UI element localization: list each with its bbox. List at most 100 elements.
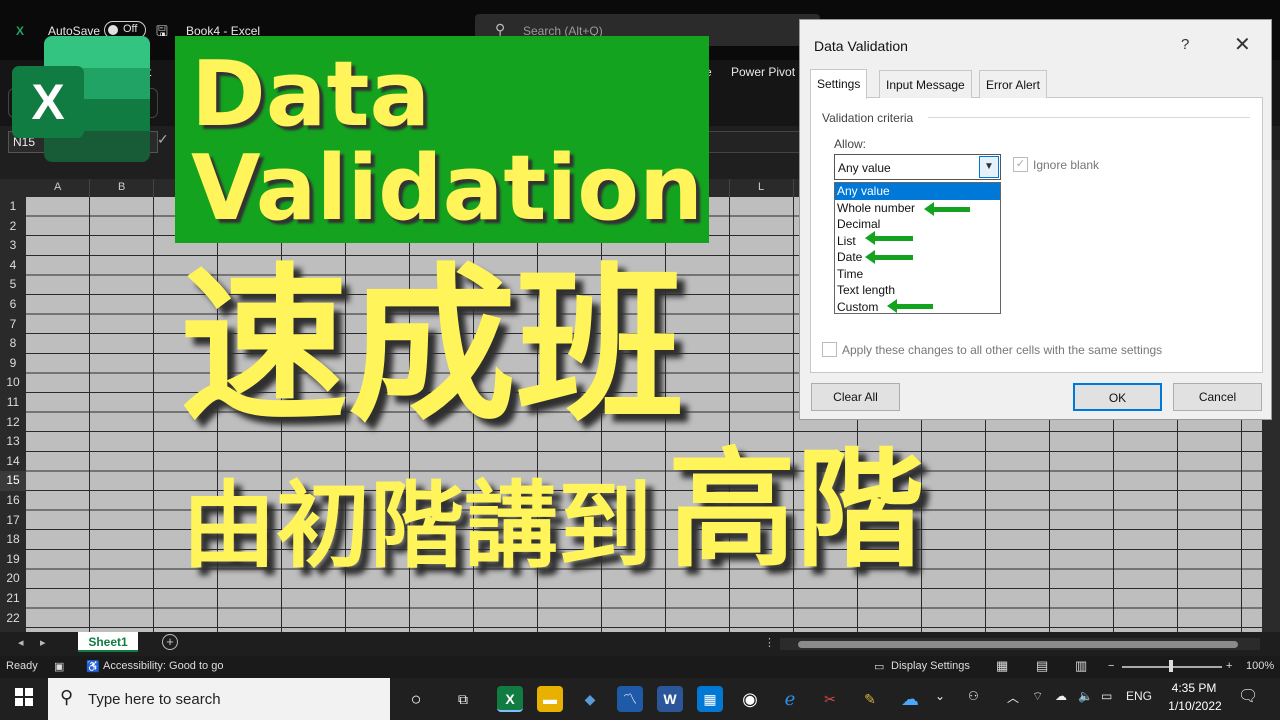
zoom-out-button[interactable]: − — [1108, 660, 1114, 672]
clock-time[interactable]: 4:35 PM — [1164, 681, 1224, 695]
row-header-22[interactable]: 22 — [0, 609, 26, 629]
row-header-8[interactable]: 8 — [0, 334, 26, 354]
chevron-down-icon[interactable]: ▼ — [979, 156, 999, 178]
language-indicator[interactable]: ENG — [1126, 689, 1152, 703]
row-header-19[interactable]: 19 — [0, 550, 26, 570]
row-header-17[interactable]: 17 — [0, 511, 26, 531]
onedrive-icon[interactable]: ☁ — [897, 686, 923, 712]
accessibility-status[interactable]: Accessibility: Good to go — [103, 660, 223, 672]
row-header-16[interactable]: 16 — [0, 491, 26, 511]
sheet-tab[interactable]: Sheet1 — [78, 632, 138, 652]
row-header-14[interactable]: 14 — [0, 452, 26, 472]
option-date[interactable]: Date — [835, 249, 1000, 266]
save-icon[interactable]: 🖫 — [156, 21, 168, 45]
sheet-next-icon[interactable]: ▸ — [40, 636, 46, 649]
option-text-length[interactable]: Text length — [835, 282, 1000, 299]
display-settings-icon[interactable]: ▭ — [874, 660, 884, 673]
column-header-a[interactable]: A — [54, 181, 61, 193]
row-header-20[interactable]: 20 — [0, 569, 26, 589]
task-view-icon[interactable]: ⧉ — [450, 686, 476, 712]
row-header-10[interactable]: 10 — [0, 373, 26, 393]
zoom-in-button[interactable]: + — [1226, 660, 1232, 672]
row-header-18[interactable]: 18 — [0, 530, 26, 550]
check-icon[interactable]: ✓ — [157, 131, 169, 148]
row-header-15[interactable]: 15 — [0, 471, 26, 491]
help-button[interactable]: ? — [1181, 36, 1189, 53]
taskbar-search[interactable]: ⚲ Type here to search — [48, 678, 390, 720]
normal-view-icon[interactable]: ▦ — [996, 658, 1008, 674]
accessibility-icon[interactable]: ♿ — [86, 660, 100, 673]
cloud-sync-icon[interactable]: ☁ — [1055, 689, 1067, 703]
row-header-11[interactable]: 11 — [0, 393, 26, 413]
validation-criteria-label: Validation criteria — [822, 111, 914, 125]
cancel-button[interactable]: Cancel — [1173, 383, 1262, 411]
row-header-2[interactable]: 2 — [0, 217, 26, 237]
store-icon[interactable]: ▦ — [697, 686, 723, 712]
volume-icon[interactable]: 🔈 — [1078, 689, 1093, 703]
row-header-7[interactable]: 7 — [0, 315, 26, 335]
banner-title-line-1: Data — [191, 42, 431, 147]
notification-icon[interactable]: 🗨 — [1238, 686, 1258, 706]
excel-taskbar-icon[interactable]: X — [497, 686, 523, 712]
snipping-icon[interactable]: ✂ — [817, 686, 843, 712]
windows-start-icon[interactable] — [15, 688, 33, 706]
horizontal-scrollbar[interactable] — [780, 638, 1260, 650]
clear-all-button[interactable]: Clear All — [811, 383, 900, 411]
clock-date[interactable]: 1/10/2022 — [1160, 699, 1230, 713]
close-button[interactable]: ✕ — [1234, 32, 1251, 57]
app-icon[interactable]: ◆ — [577, 686, 603, 712]
column-header-l[interactable]: L — [758, 181, 764, 193]
option-whole-number[interactable]: Whole number — [835, 200, 1000, 217]
word-icon[interactable]: W — [657, 686, 683, 712]
scroll-thumb[interactable] — [798, 641, 1238, 648]
sheet-prev-icon[interactable]: ◂ — [18, 636, 24, 649]
row-header-21[interactable]: 21 — [0, 589, 26, 609]
ok-button[interactable]: OK — [1073, 383, 1162, 411]
row-header-5[interactable]: 5 — [0, 275, 26, 295]
excel-logo-letter: X — [12, 66, 84, 138]
option-list[interactable]: List — [835, 233, 1000, 250]
row-header-9[interactable]: 9 — [0, 354, 26, 374]
tray-expand-icon[interactable]: ⌄ — [935, 689, 945, 703]
macro-icon[interactable]: ▣ — [54, 660, 64, 673]
option-any-value[interactable]: Any value — [835, 183, 1000, 200]
row-header-13[interactable]: 13 — [0, 432, 26, 452]
zoom-level[interactable]: 100% — [1246, 660, 1274, 672]
ribbon-tab-power-pivot[interactable]: Power Pivot — [731, 65, 795, 79]
allow-select[interactable]: Any value ▼ — [834, 154, 1001, 180]
battery-icon[interactable]: ▭ — [1101, 689, 1112, 703]
select-all-corner[interactable] — [0, 179, 26, 197]
option-decimal[interactable]: Decimal — [835, 216, 1000, 233]
apply-all-checkbox[interactable] — [822, 342, 837, 357]
network-icon[interactable]: ⌔ — [1032, 689, 1043, 704]
zoom-slider-thumb[interactable] — [1169, 660, 1173, 672]
display-settings[interactable]: Display Settings — [891, 660, 970, 672]
option-time[interactable]: Time — [835, 266, 1000, 283]
ignore-blank-checkbox[interactable]: ✓ — [1013, 157, 1028, 172]
row-header-6[interactable]: 6 — [0, 295, 26, 315]
row-header-4[interactable]: 4 — [0, 256, 26, 276]
cortana-icon[interactable]: ○ — [403, 686, 429, 712]
row-header-12[interactable]: 12 — [0, 413, 26, 433]
tab-error-alert[interactable]: Error Alert — [979, 70, 1048, 98]
headline-text: 速成班 — [180, 248, 684, 444]
excel-logo: X — [12, 36, 152, 162]
paint-icon[interactable]: ✎ — [857, 686, 883, 712]
column-header-b[interactable]: B — [118, 181, 125, 193]
dialog-title: Data Validation — [814, 38, 908, 54]
add-sheet-button[interactable]: + — [162, 634, 178, 650]
whiteboard-icon[interactable]: 〽 — [617, 686, 643, 712]
more-options-icon[interactable]: ⋮ — [764, 636, 775, 649]
page-break-icon[interactable]: ▥ — [1075, 658, 1087, 674]
row-header-3[interactable]: 3 — [0, 236, 26, 256]
obs-icon[interactable]: ◉ — [737, 686, 763, 712]
data-validation-dialog: Data Validation ? ✕ Settings Input Messa… — [799, 19, 1272, 420]
people-icon[interactable]: ⚇ — [968, 689, 979, 703]
show-hidden-icon[interactable]: ︿ — [1007, 689, 1019, 706]
page-layout-icon[interactable]: ▤ — [1036, 658, 1048, 674]
tab-settings[interactable]: Settings — [810, 69, 868, 99]
file-explorer-icon[interactable]: ▬ — [537, 686, 563, 712]
tab-input-message[interactable]: Input Message — [879, 70, 972, 98]
browser-icon[interactable]: ℯ — [777, 686, 803, 712]
row-header-1[interactable]: 1 — [0, 197, 26, 217]
